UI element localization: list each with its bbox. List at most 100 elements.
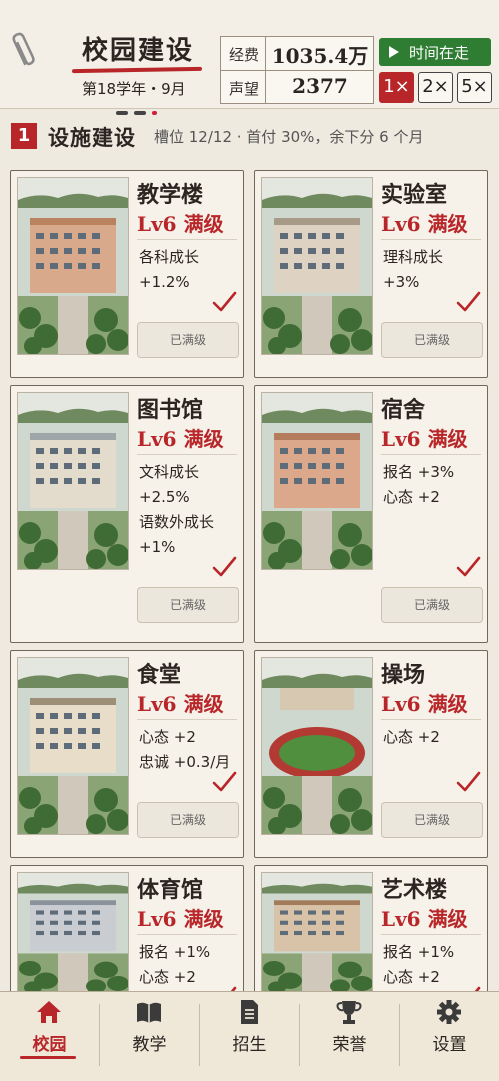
facility-effects: 心态 +2: [383, 725, 440, 750]
facility-card-teaching-building: 教学楼 Lv6 满级 各科成长 +1.2% 已满级: [10, 170, 244, 378]
check-icon: [456, 771, 481, 792]
facility-name: 艺术楼: [381, 877, 448, 903]
facility-effects: 各科成长 +1.2%: [139, 245, 199, 295]
facility-effects: 报名 +1% 心态 +2: [383, 940, 454, 990]
max-level-button[interactable]: 已满级: [381, 802, 483, 838]
nav-tab-teaching[interactable]: 教学: [100, 992, 199, 1081]
facility-card-lab: 实验室 Lv6 满级理科成长 +3% 已满级: [254, 170, 488, 378]
facility-level: Lv6 满级: [381, 427, 468, 451]
nav-active-underline: [20, 1056, 76, 1059]
check-icon: [456, 556, 481, 577]
funds-label: 经费: [229, 46, 260, 64]
max-level-button[interactable]: 已满级: [381, 322, 483, 358]
facility-image: [17, 177, 129, 355]
top-bar: 校园建设 第18学年・9月 经费 1035.4万 声望 2377 时间在走 1×…: [0, 0, 499, 115]
facility-name: 宿舍: [381, 397, 426, 423]
stats-panel: 经费 1035.4万 声望 2377: [220, 36, 374, 104]
funds-row: 经费 1035.4万: [221, 37, 373, 70]
max-level-button[interactable]: 已满级: [137, 802, 239, 838]
effect-line: 报名 +1%: [139, 943, 211, 961]
facility-card-library: 图书馆 Lv6 满级文科成长 +2.5% 语数外成长 +1% 已满级: [10, 385, 244, 643]
facility-effects: 报名 +1% 心态 +2: [139, 940, 210, 990]
facility-level: Lv6 满级: [381, 907, 468, 931]
effect-line: +1%: [139, 538, 176, 556]
nav-tab-honors[interactable]: 荣誉: [300, 992, 399, 1081]
nav-label-settings: 设置: [432, 1035, 467, 1055]
effect-line: 报名 +3%: [383, 463, 455, 481]
nav-tab-enrollment[interactable]: 招生: [200, 992, 299, 1081]
nav-tab-settings[interactable]: 设置: [400, 992, 499, 1081]
bottom-nav: 校园 教学 招生 荣誉 设置: [0, 991, 499, 1081]
facility-level: Lv6 满级: [137, 427, 224, 451]
facility-level: Lv6 满级: [381, 212, 468, 236]
book-icon: [137, 1002, 161, 1023]
check-icon: [212, 556, 237, 577]
speed-2x-button[interactable]: 2×: [418, 72, 453, 103]
page-title: 校园建设: [82, 36, 195, 66]
date-subtitle: 第18学年・9月: [82, 80, 186, 98]
play-icon: [389, 46, 399, 58]
section-header: 1 设施建设 槽位 12/12 · 首付 30%，余下分 6 个月: [0, 108, 499, 158]
facility-card-canteen: 食堂 Lv6 满级心态 +2 忠诚 +0.3/月已满级: [10, 650, 244, 858]
nav-label-honors: 荣誉: [332, 1035, 367, 1055]
effect-line: +3%: [383, 273, 420, 291]
effect-line: 理科成长: [383, 248, 444, 266]
check-icon: [456, 291, 481, 312]
speed-5x-button[interactable]: 5×: [457, 72, 492, 103]
facility-level: Lv6 满级: [137, 907, 224, 931]
section-info: 槽位 12/12 · 首付 30%，余下分 6 个月: [154, 128, 424, 146]
check-icon: [212, 291, 237, 312]
facility-effects: 理科成长 +3%: [383, 245, 443, 295]
facility-image: [17, 657, 129, 835]
section-title: 设施建设: [48, 125, 136, 150]
effect-line: +1.2%: [139, 273, 190, 291]
effect-line: 各科成长: [139, 248, 200, 266]
trophy-icon: [336, 1001, 362, 1024]
paperclip-icon: [12, 32, 35, 66]
facility-effects: 报名 +3% 心态 +2: [383, 460, 454, 510]
prestige-row: 声望 2377: [221, 70, 373, 104]
effect-line: 心态 +2: [139, 968, 196, 986]
speed-1x-button[interactable]: 1×: [379, 72, 414, 103]
nav-label-enrollment: 招生: [232, 1035, 267, 1055]
check-icon: [212, 771, 237, 792]
facility-name: 食堂: [137, 662, 182, 688]
facility-image: [17, 872, 129, 994]
facility-effects: 文科成长 +2.5% 语数外成长 +1%: [139, 460, 214, 560]
effect-line: +2.5%: [139, 488, 190, 506]
nav-label-teaching: 教学: [132, 1035, 167, 1055]
facility-effects: 心态 +2 忠诚 +0.3/月: [139, 725, 230, 775]
nav-label-campus: 校园: [32, 1035, 67, 1055]
facility-card-playground: 操场 Lv6 满级心态 +2 已满级: [254, 650, 488, 858]
effect-line: 报名 +1%: [383, 943, 455, 961]
effect-line: 心态 +2: [383, 728, 440, 746]
effect-line: 心态 +2: [383, 488, 440, 506]
facility-level: Lv6 满级: [137, 692, 224, 716]
page-indicator: [116, 100, 176, 115]
prestige-value: 2377: [292, 74, 348, 98]
facility-card-dorm: 宿舍 Lv6 满级报名 +3% 心态 +2 已满级: [254, 385, 488, 643]
facility-name: 实验室: [381, 182, 448, 208]
nav-tab-campus[interactable]: 校园: [0, 992, 99, 1081]
facility-image: [261, 392, 373, 570]
facility-image: [17, 392, 129, 570]
title-underline: [71, 66, 203, 74]
facility-image: [261, 177, 373, 355]
max-level-button[interactable]: 已满级: [381, 587, 483, 623]
max-level-button[interactable]: 已满级: [137, 587, 239, 623]
title-block: 校园建设 第18学年・9月: [62, 26, 212, 115]
section-number: 1: [11, 123, 37, 149]
time-toggle-button[interactable]: 时间在走: [379, 38, 491, 66]
gear-icon: [437, 1000, 461, 1024]
time-button-label: 时间在走: [409, 44, 470, 62]
facility-image: [261, 657, 373, 835]
facility-level: Lv6 满级: [381, 692, 468, 716]
facility-name: 操场: [381, 662, 426, 688]
facility-level: Lv6 满级: [137, 212, 224, 236]
prestige-label: 声望: [229, 80, 260, 98]
facility-name: 图书馆: [137, 397, 204, 423]
document-icon: [241, 1000, 258, 1024]
max-level-button[interactable]: 已满级: [137, 322, 239, 358]
effect-line: 心态 +2: [139, 728, 196, 746]
home-icon: [37, 1001, 61, 1023]
